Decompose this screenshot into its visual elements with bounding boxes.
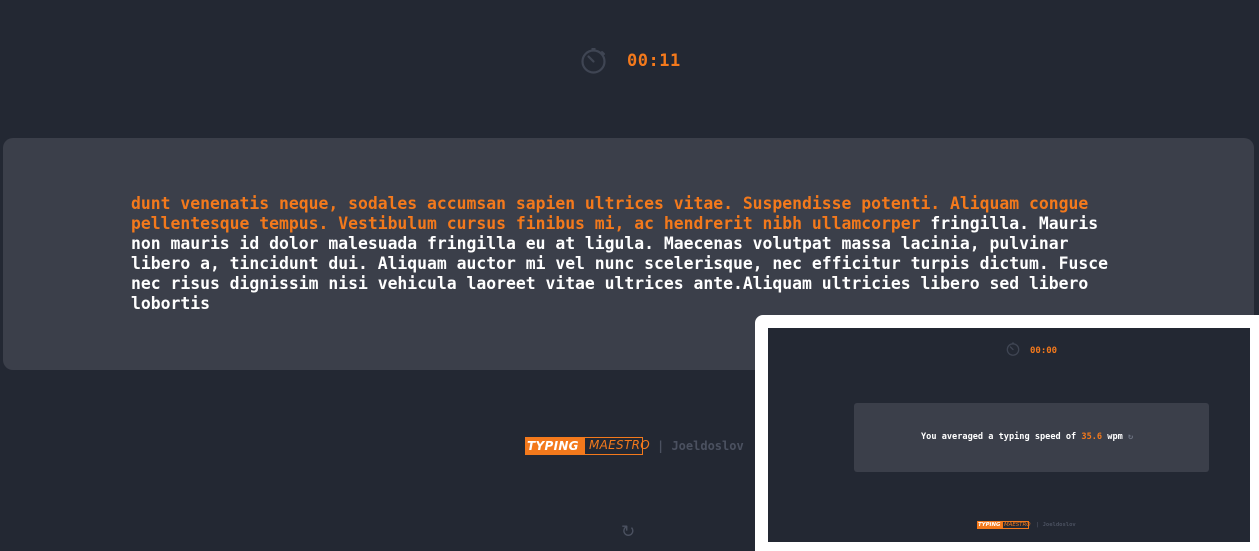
cursor-icon: ↻	[1122, 432, 1134, 442]
typing-maestro-logo: TYPING MAESTRO	[525, 437, 650, 455]
timer: 00:11	[580, 47, 681, 74]
preview-stopwatch-icon	[1006, 341, 1020, 360]
timer-value: 00:11	[627, 50, 681, 71]
stopwatch-icon	[580, 47, 607, 74]
preview-timer: 00:00	[1006, 341, 1057, 360]
preview-footer: TYPING MAESTRO | Joeldoslov	[977, 521, 1076, 529]
preview-logo-typing: TYPING	[977, 521, 1002, 529]
result-preview-thumbnail[interactable]: 00:00 You averaged a typing speed of 35.…	[755, 315, 1259, 551]
preview-result-text: You averaged a typing speed of 35.6 wpm …	[921, 432, 1133, 442]
preview-screen: 00:00 You averaged a typing speed of 35.…	[768, 328, 1250, 542]
result-suffix: wpm	[1102, 432, 1123, 442]
preview-logo-maestro: MAESTRO	[1002, 521, 1031, 529]
typing-passage[interactable]: dunt venenatis neque, sodales accumsan s…	[131, 194, 1131, 314]
author-link[interactable]: | Joeldoslov	[657, 439, 744, 453]
preview-author: | Joeldoslov	[1036, 522, 1076, 528]
reload-icon[interactable]: ↻	[621, 522, 635, 542]
preview-result-panel: You averaged a typing speed of 35.6 wpm …	[854, 403, 1209, 472]
result-prefix: You averaged a typing speed of	[921, 432, 1082, 442]
footer: TYPING MAESTRO | Joeldoslov	[525, 437, 744, 455]
preview-logo: TYPING MAESTRO	[977, 521, 1031, 529]
result-wpm-value: 35.6	[1081, 432, 1103, 442]
logo-maestro-text: MAESTRO	[584, 437, 650, 455]
preview-timer-value: 00:00	[1030, 345, 1058, 356]
logo-typing-text: TYPING	[525, 437, 584, 455]
